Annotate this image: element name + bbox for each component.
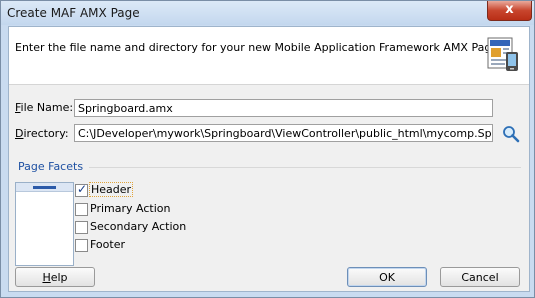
dialog-window: Create MAF AMX Page x Enter the file nam… <box>0 0 535 298</box>
preview-header-strip <box>16 183 73 192</box>
footer-checkbox[interactable] <box>75 239 88 252</box>
preview-header-bar <box>33 186 56 189</box>
page-facets-preview <box>15 182 74 266</box>
footer-checkbox-label: Footer <box>90 238 125 251</box>
help-button[interactable]: Help <box>15 267 95 287</box>
page-facets-title: Page Facets <box>18 160 84 173</box>
primary-action-checkbox[interactable] <box>75 203 88 216</box>
directory-label: Directory: <box>15 127 69 140</box>
file-name-label: File Name: <box>15 101 74 114</box>
header-checkbox-label: Header <box>89 182 134 197</box>
secondary-action-checkbox-label: Secondary Action <box>90 220 187 233</box>
file-name-input[interactable]: Springboard.amx <box>74 99 493 117</box>
primary-action-checkbox-label: Primary Action <box>90 202 171 215</box>
search-icon[interactable] <box>502 125 520 143</box>
secondary-action-checkbox[interactable] <box>75 221 88 234</box>
ok-button[interactable]: OK <box>347 267 427 287</box>
cancel-button[interactable]: Cancel <box>440 267 520 287</box>
dialog-content: Enter the file name and directory for yo… <box>8 26 530 292</box>
header-checkbox[interactable] <box>75 182 88 197</box>
close-button[interactable]: x <box>487 1 532 21</box>
directory-input[interactable]: C:\JDeveloper\mywork\Springboard\ViewCon… <box>74 124 493 142</box>
dialog-header: Enter the file name and directory for yo… <box>9 27 529 85</box>
wizard-page-icon <box>487 37 518 71</box>
close-icon: x <box>505 2 514 17</box>
header-description: Enter the file name and directory for yo… <box>15 41 502 54</box>
section-divider <box>89 167 521 168</box>
title-bar[interactable]: Create MAF AMX Page x <box>1 1 534 25</box>
window-title: Create MAF AMX Page <box>7 6 140 20</box>
